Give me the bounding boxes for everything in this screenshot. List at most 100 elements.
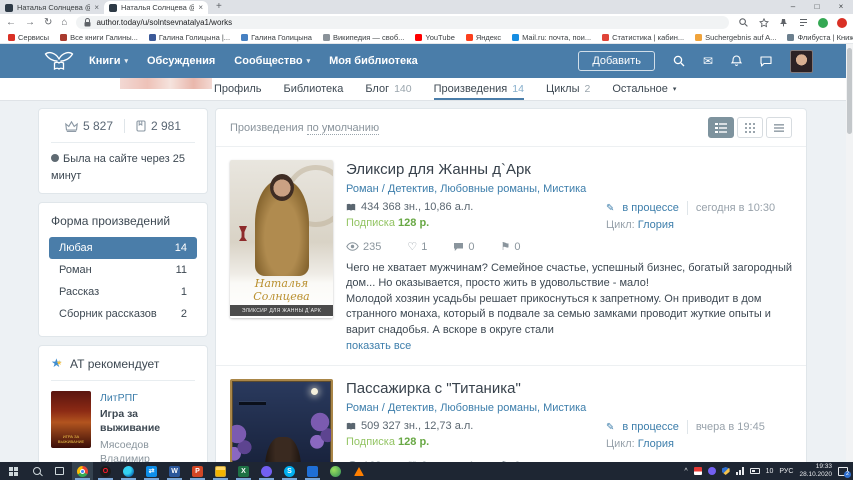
taskbar-search-button[interactable] — [26, 462, 47, 480]
filter-option-collection[interactable]: Сборник рассказов2 — [49, 303, 197, 325]
reading-list-icon[interactable] — [798, 17, 809, 28]
language-indicator[interactable]: РУС — [779, 468, 793, 475]
taskbar-edge[interactable] — [118, 462, 139, 480]
taskbar-word[interactable]: W — [164, 462, 185, 480]
menu-books[interactable]: Книги▾ — [89, 55, 128, 67]
tab-other[interactable]: Остальное▾ — [612, 78, 676, 100]
maximize-button[interactable]: □ — [805, 0, 829, 13]
tab-library[interactable]: Библиотека — [284, 78, 344, 100]
book-title[interactable]: Эликсир для Жанны д`Арк — [346, 161, 792, 178]
recommend-cover[interactable]: ИГРА ЗА ВЫЖИВАНИЕ — [51, 391, 91, 448]
bookmark-item[interactable]: Статистика | кабин... — [602, 33, 684, 42]
page-scrollbar[interactable] — [846, 44, 853, 462]
bookmark-item[interactable]: Сервисы — [8, 33, 49, 42]
bookmark-item[interactable]: YouTube — [415, 33, 454, 42]
zoom-icon[interactable] — [738, 17, 749, 28]
show-all-link[interactable]: показать все — [346, 339, 411, 354]
bookmark-item[interactable]: Mail.ru: почта, пои... — [512, 33, 591, 42]
book-cover[interactable]: Наталья Солнцева Пассажирка с "Титаника" — [230, 379, 333, 462]
taskbar-opera[interactable]: O — [95, 462, 116, 480]
bookmark-item[interactable]: Википедия — своб... — [323, 33, 404, 42]
tray-expand-icon[interactable]: ^ — [684, 468, 687, 475]
view-grid-button[interactable] — [737, 117, 763, 138]
taskbar-explorer[interactable] — [210, 462, 231, 480]
tab-works[interactable]: Произведения14 — [434, 78, 524, 100]
menu-discussions[interactable]: Обсуждения — [147, 55, 215, 67]
site-logo-icon[interactable] — [44, 49, 74, 74]
bookmark-item[interactable]: Галина Голицына — [241, 33, 312, 42]
task-view-button[interactable] — [49, 462, 70, 480]
menu-community[interactable]: Сообщество▾ — [234, 55, 310, 67]
add-button[interactable]: Добавить — [578, 51, 655, 71]
taskbar-vlc[interactable] — [348, 462, 369, 480]
filter-option-novel[interactable]: Роман11 — [49, 259, 197, 281]
new-tab-button[interactable]: + — [216, 1, 222, 14]
cycle-link[interactable]: Глория — [638, 438, 674, 450]
clock[interactable]: 19:33 28.10.2020 — [799, 463, 832, 479]
filter-option-story[interactable]: Рассказ1 — [49, 281, 197, 303]
scrollbar-thumb[interactable] — [847, 48, 852, 134]
bookmark-item[interactable]: Яндекс — [466, 33, 501, 42]
back-icon[interactable]: ← — [6, 18, 16, 28]
home-icon[interactable]: ⌂ — [61, 18, 67, 28]
extension-pin-icon[interactable] — [778, 17, 789, 28]
tab-close-icon[interactable]: × — [94, 3, 99, 12]
view-compact-button[interactable] — [766, 117, 792, 138]
view-list-button[interactable] — [708, 117, 734, 138]
reload-icon[interactable]: ↻ — [44, 18, 52, 28]
search-icon[interactable] — [673, 55, 685, 67]
works-sort-selector[interactable]: по умолчанию — [307, 122, 379, 135]
comments-stat[interactable]: 0 — [453, 241, 474, 253]
recommend-author[interactable]: Мясоедов Владимир Михайлович — [100, 438, 195, 462]
close-button[interactable]: × — [829, 0, 853, 13]
book-genres[interactable]: Роман / Детектив, Любовные романы, Мисти… — [346, 183, 792, 195]
bookmark-item[interactable]: Флибуста | Книжно... — [787, 33, 853, 42]
bookmark-item[interactable]: Галина Голицына |... — [149, 33, 230, 42]
start-button[interactable] — [3, 462, 24, 480]
forward-icon[interactable]: → — [25, 18, 35, 28]
tab-close-icon[interactable]: × — [198, 3, 203, 12]
tray-counter[interactable]: 10 — [766, 468, 774, 475]
network-icon[interactable] — [736, 467, 744, 475]
taskbar-chrome[interactable] — [72, 462, 93, 480]
tray-security-icon[interactable] — [722, 467, 730, 475]
action-center-icon[interactable]: 2 — [838, 467, 848, 476]
book-status[interactable]: в процессе — [622, 421, 679, 433]
book-cover[interactable]: Наталья Солнцева ЭЛИКСИР ДЛЯ ЖАННЫ Д`АРК — [230, 160, 333, 318]
book-genres[interactable]: Роман / Детектив, Любовные романы, Мисти… — [346, 402, 792, 414]
taskbar-app-green[interactable] — [325, 462, 346, 480]
taskbar-powerpoint[interactable]: P — [187, 462, 208, 480]
cycle-link[interactable]: Глория — [638, 219, 674, 231]
browser-tab-1[interactable]: Наталья Солнцева @solntsevn × — [0, 1, 104, 14]
bookmark-item[interactable]: Все книги Галины... — [60, 33, 138, 42]
taskbar-teamviewer[interactable]: ⇄ — [141, 462, 162, 480]
tray-viber-icon[interactable] — [708, 467, 716, 475]
chat-icon[interactable] — [760, 56, 772, 67]
user-avatar[interactable] — [790, 50, 813, 73]
book-title[interactable]: Пассажирка с "Титаника" — [346, 380, 792, 397]
tab-cycles[interactable]: Циклы2 — [546, 78, 590, 100]
awards-stat[interactable]: ⚑0 — [500, 240, 520, 253]
recommend-genre-link[interactable]: ЛитРПГ — [100, 391, 195, 405]
tray-app-icon[interactable] — [694, 467, 702, 475]
address-bar[interactable]: author.today/u/solntsevnatalya1/works — [76, 16, 729, 29]
taskbar-excel[interactable]: X — [233, 462, 254, 480]
taskbar-viber[interactable] — [256, 462, 277, 480]
browser-tab-2[interactable]: Наталья Солнцева @solntsevn × — [104, 1, 208, 14]
filter-option-any[interactable]: Любая14 — [49, 237, 197, 259]
profile-avatar-icon[interactable] — [818, 18, 828, 28]
likes-stat[interactable]: ♡1 — [407, 240, 427, 253]
recommend-item[interactable]: ИГРА ЗА ВЫЖИВАНИЕ ЛитРПГ Игра за выживан… — [51, 391, 195, 462]
browser-update-icon[interactable] — [837, 18, 847, 28]
minimize-button[interactable]: – — [781, 0, 805, 13]
tab-profile[interactable]: Профиль — [214, 78, 262, 100]
bell-icon[interactable] — [731, 55, 742, 67]
book-status[interactable]: в процессе — [622, 202, 679, 214]
menu-my-library[interactable]: Моя библиотека — [329, 55, 418, 67]
mail-icon[interactable]: ✉ — [703, 54, 713, 68]
taskbar-photos[interactable] — [302, 462, 323, 480]
tab-blog[interactable]: Блог140 — [365, 78, 411, 100]
taskbar-skype[interactable]: S — [279, 462, 300, 480]
recommend-book-title[interactable]: Игра за выживание — [100, 407, 195, 435]
bookmark-item[interactable]: Suchergebnis auf A... — [695, 33, 776, 42]
